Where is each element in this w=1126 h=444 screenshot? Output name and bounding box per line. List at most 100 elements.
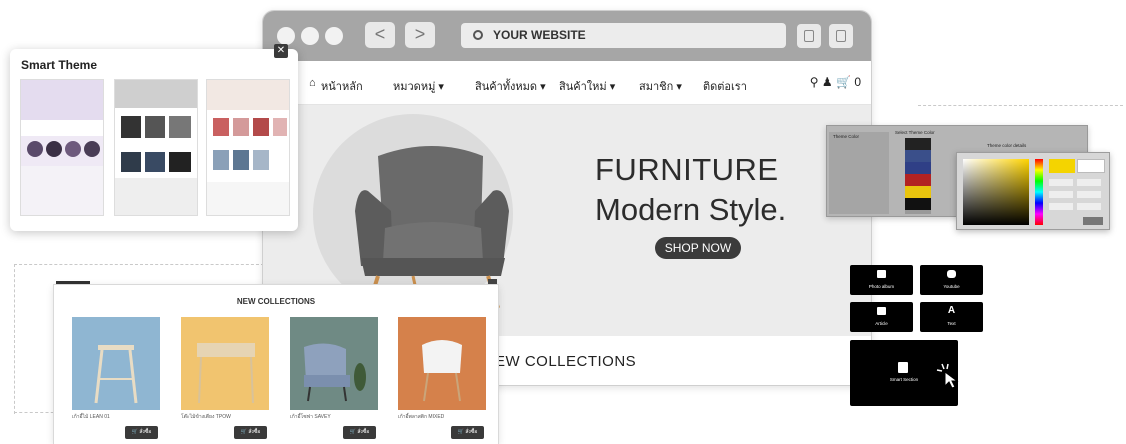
window-dot[interactable] [325, 27, 343, 45]
window-dot[interactable] [301, 27, 319, 45]
menu-item-all-products[interactable]: สินค้าทั้งหมด ▾ [475, 77, 546, 95]
search-icon[interactable]: ⚲ [810, 75, 819, 89]
order-button[interactable]: 🛒 สั่งซื้อ [234, 426, 267, 439]
shop-now-button[interactable]: SHOP NOW [655, 237, 741, 259]
home-icon: ⌂ [309, 77, 316, 89]
template-footer [115, 178, 197, 215]
menu-item-categories[interactable]: หมวดหมู่ ▾ [393, 77, 444, 95]
block-text[interactable]: A Text [920, 302, 983, 332]
order-button[interactable]: 🛒 สั่งซื้อ [451, 426, 484, 439]
block-label: Youtube [943, 284, 960, 289]
template-hero [21, 80, 103, 120]
forward-button[interactable]: > [405, 22, 435, 48]
back-button[interactable]: < [365, 22, 395, 48]
template-grid [207, 110, 289, 146]
swatch-column [905, 138, 931, 214]
block-label: Article [875, 321, 888, 326]
product-image[interactable] [181, 317, 269, 410]
color-swatch[interactable] [905, 138, 931, 150]
theme-color-sidebar [829, 132, 889, 214]
collections-heading: EW COLLECTIONS [495, 353, 637, 370]
template-strip [21, 120, 103, 136]
template-footer [21, 166, 103, 215]
search-icon [473, 30, 483, 40]
side-table-image [197, 343, 255, 404]
menu-item-new-products[interactable]: สินค้าใหม่ ▾ [559, 77, 615, 95]
cart-icon[interactable]: 🛒 [836, 75, 851, 89]
order-button[interactable]: 🛒 สั่งซื้อ [125, 426, 158, 439]
hue-slider[interactable] [1035, 159, 1043, 225]
guide-line [14, 412, 59, 413]
new-collections-panel: NEW COLLECTIONS เก้าอี้ไม้ LEAN 01 โต๊ะไ… [54, 285, 498, 444]
block-article[interactable]: Article [850, 302, 913, 332]
cursor-click-icon [936, 363, 959, 388]
theme-color-details-label: Theme color details [987, 143, 1027, 148]
select-theme-color-label: Select Theme Color [895, 130, 935, 135]
selected-color-preview [1049, 159, 1075, 173]
color-input[interactable] [1077, 203, 1101, 210]
guide-line [14, 264, 15, 414]
theme-color-label: Theme Color [833, 134, 860, 139]
photo-icon [877, 270, 886, 278]
close-icon[interactable]: ✕ [274, 44, 288, 58]
youtube-icon [947, 270, 956, 278]
color-input[interactable] [1049, 179, 1073, 186]
new-collections-title: NEW COLLECTIONS [236, 297, 316, 306]
ok-button[interactable] [1083, 217, 1103, 225]
color-input[interactable] [1049, 191, 1073, 198]
guide-line [918, 105, 1123, 106]
menu-icons: ⚲ ♟ 🛒 0 [810, 75, 861, 89]
theme-template-3[interactable] [206, 79, 290, 216]
smart-theme-panel: Smart Theme [10, 49, 298, 231]
color-swatch[interactable] [905, 198, 931, 210]
sofa-chair-image [304, 343, 366, 402]
share-button[interactable] [797, 24, 821, 48]
menu-item-contact[interactable]: ติดต่อเรา [703, 77, 747, 95]
theme-template-1[interactable] [20, 79, 104, 216]
product-image[interactable] [398, 317, 486, 410]
article-icon [877, 307, 886, 315]
block-photo-album[interactable]: Photo album [850, 265, 913, 295]
menu-item-members[interactable]: สมาชิก ▾ [639, 77, 682, 95]
block-youtube[interactable]: Youtube [920, 265, 983, 295]
color-swatch[interactable] [905, 162, 931, 174]
stool-image [94, 345, 138, 404]
plastic-chair-image [422, 340, 462, 402]
color-input[interactable] [1077, 179, 1101, 186]
product-name[interactable]: โต๊ะไม้ข้างเตียง TPOW [181, 413, 231, 421]
window-dot[interactable] [277, 27, 295, 45]
tabs-button[interactable] [829, 24, 853, 48]
color-swatch[interactable] [905, 174, 931, 186]
theme-template-2[interactable] [114, 79, 198, 216]
product-name[interactable]: เก้าอี้ไม้ LEAN 01 [72, 413, 110, 421]
hero-subtitle: Modern Style. [595, 192, 787, 227]
address-text: YOUR WEBSITE [493, 28, 586, 42]
color-input[interactable] [1077, 191, 1101, 198]
block-label: Photo album [868, 284, 895, 289]
color-swatch[interactable] [905, 150, 931, 162]
template-hero [115, 80, 197, 108]
address-bar[interactable]: YOUR WEBSITE [461, 23, 786, 48]
smart-section-icon [898, 362, 908, 373]
template-grid [207, 146, 289, 182]
cart-count: 0 [854, 75, 861, 89]
template-circles [21, 136, 103, 166]
user-icon[interactable]: ♟ [822, 75, 833, 89]
color-input[interactable] [1049, 203, 1073, 210]
block-label: Text [947, 321, 956, 326]
template-grid [115, 108, 197, 148]
product-image[interactable] [72, 317, 160, 410]
order-button[interactable]: 🛒 สั่งซื้อ [343, 426, 376, 439]
smart-theme-title: Smart Theme [21, 58, 98, 72]
color-swatch[interactable] [905, 186, 931, 198]
menu-item-home[interactable]: หน้าหลัก [321, 77, 363, 95]
product-name[interactable]: เก้าอี้พลาสติก MIXED [398, 413, 444, 421]
product-name[interactable]: เก้าอี้โซฟา SAVEY [290, 413, 331, 421]
tabs-icon [836, 30, 846, 42]
color-gradient[interactable] [963, 159, 1029, 225]
browser-toolbar: < > YOUR WEBSITE [263, 11, 871, 61]
template-hero [207, 80, 289, 110]
product-image[interactable] [290, 317, 378, 410]
hero-title: FURNITURE [595, 152, 779, 187]
color-picker [956, 152, 1110, 230]
